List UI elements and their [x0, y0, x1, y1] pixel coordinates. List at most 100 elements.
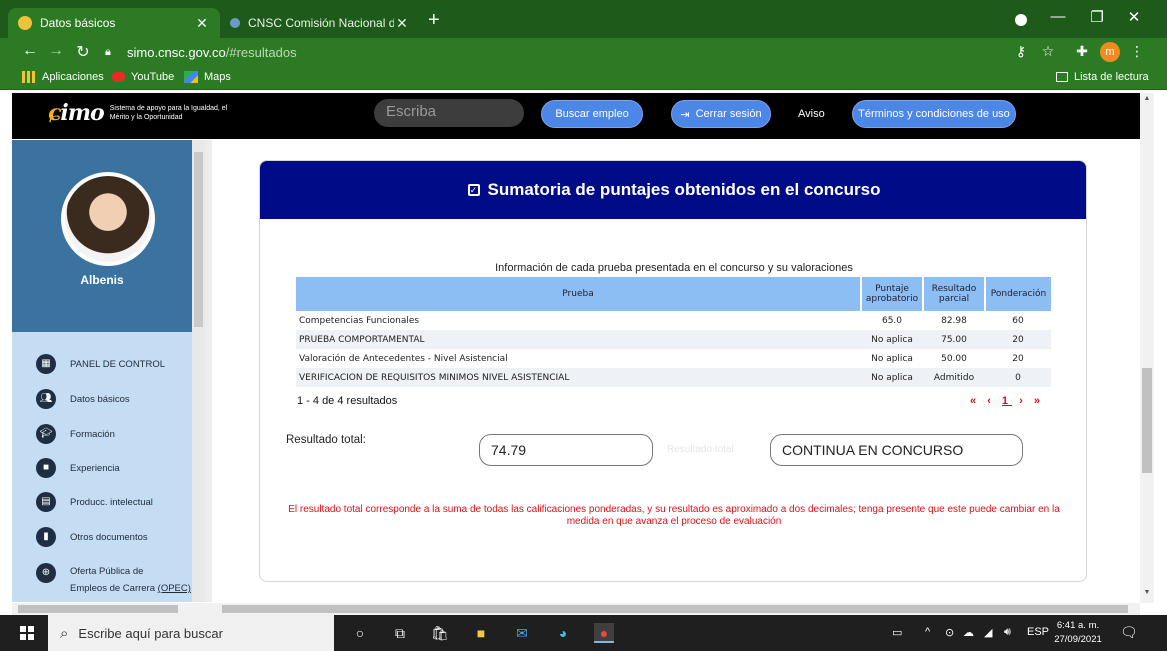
- tray-news-icon[interactable]: ▭: [892, 626, 902, 639]
- sidebar-item-produccion-intelectual[interactable]: ▤ Producc. intelectual: [36, 492, 153, 512]
- restore-button[interactable]: ❐: [1085, 8, 1109, 26]
- chrome-icon[interactable]: ●: [594, 623, 614, 643]
- content-hscroll-thumb[interactable]: [222, 605, 1128, 613]
- clock-time: 6:41 a. m.: [1056, 620, 1100, 631]
- key-icon[interactable]: ⚷: [1011, 43, 1031, 60]
- column-header: Ponderación: [985, 277, 1051, 311]
- next-page-button[interactable]: ›: [1019, 395, 1027, 407]
- page-scrollbar[interactable]: ▲ ▼: [1140, 93, 1154, 603]
- taskbar-search-placeholder: Escribe aquí para buscar: [78, 625, 223, 641]
- notice-link[interactable]: Aviso: [798, 108, 825, 120]
- search-job-button[interactable]: Buscar empleo: [541, 100, 643, 128]
- sidebar-item-label: Producc. intelectual: [70, 496, 153, 508]
- bookmark-apps[interactable]: Aplicaciones: [22, 71, 104, 83]
- pagination: « ‹ 1 › »: [970, 395, 1044, 407]
- sidebar-hscroll-thumb[interactable]: [18, 605, 178, 613]
- avatar: [61, 172, 155, 266]
- sidebar-item-experiencia[interactable]: ■ Experiencia: [36, 458, 120, 478]
- prev-page-button[interactable]: ‹: [987, 395, 995, 407]
- sidebar-item-formacion[interactable]: 🎓︎ Formación: [36, 424, 115, 444]
- task-view-icon[interactable]: ⧉: [390, 623, 410, 643]
- new-tab-button[interactable]: +: [428, 10, 440, 30]
- back-icon[interactable]: ←: [20, 42, 40, 60]
- browser-tab-strip: Datos básicos ✕ CNSC Comisión Nacional d…: [0, 0, 1167, 38]
- profile-avatar[interactable]: m: [1100, 42, 1120, 62]
- page-number-button[interactable]: 1: [1002, 395, 1012, 407]
- menu-icon[interactable]: ⋮: [1127, 43, 1147, 60]
- briefcase-icon: ■: [36, 458, 56, 478]
- windows-taskbar: ⌕ Escribe aquí para buscar ○ ⧉ 🛍︎ ■ ✉ ◕ …: [0, 615, 1167, 651]
- logo-mark: ɕimo: [48, 100, 105, 126]
- edge-icon[interactable]: ◕: [553, 623, 573, 643]
- results-title: Sumatoria de puntajes obtenidos en el co…: [487, 180, 881, 199]
- file-explorer-icon[interactable]: ■: [471, 623, 491, 643]
- sidebar-item-label: Empleos de Carrera: [70, 583, 156, 594]
- sidebar-item-otros-documentos[interactable]: ▮ Otros documentos: [36, 527, 148, 547]
- profile-indicator-icon[interactable]: [1015, 14, 1027, 26]
- store-icon[interactable]: 🛍︎: [430, 623, 450, 643]
- horizontal-scrollbar[interactable]: [12, 603, 1140, 615]
- document-icon: ▮: [36, 527, 56, 547]
- tray-language[interactable]: ESP: [1027, 626, 1049, 638]
- cell-resultado: Admitido: [923, 368, 985, 387]
- cell-puntaje: 65.0: [881, 315, 903, 326]
- cell-puntaje: No aplica: [861, 330, 923, 349]
- sidebar-item-datos-basicos[interactable]: 👥︎ Datos básicos: [36, 389, 130, 409]
- last-page-button[interactable]: »: [1034, 395, 1044, 407]
- sidebar-item-label: PANEL DE CONTROL: [70, 358, 166, 370]
- bookmark-maps[interactable]: Maps: [184, 71, 231, 83]
- reload-icon[interactable]: ↻: [73, 42, 93, 62]
- tray-network-icon[interactable]: ◢: [984, 626, 992, 639]
- notifications-icon[interactable]: 🗨︎: [1120, 624, 1138, 641]
- scrollbar-thumb[interactable]: [1142, 368, 1152, 473]
- tab-cnsc[interactable]: CNSC Comisión Nacional del Ser ✕: [222, 8, 418, 38]
- url-path: /#resultados: [225, 44, 297, 60]
- reading-list-label: Lista de lectura: [1074, 71, 1149, 83]
- apps-grid-icon: [22, 71, 36, 83]
- cell-prueba: VERIFICACION DE REQUISITOS MINIMOS NIVEL…: [296, 368, 861, 387]
- sidebar-item-panel-de-control[interactable]: ▦ PANEL DE CONTROL: [36, 354, 165, 374]
- mail-icon[interactable]: ✉: [512, 623, 532, 643]
- logout-button[interactable]: ⇥ Cerrar sesión: [671, 100, 771, 128]
- tray-cloud-icon[interactable]: ☁: [963, 626, 974, 639]
- extensions-icon[interactable]: ✚: [1072, 43, 1092, 60]
- sidebar-item-opec[interactable]: ⊕ Oferta Pública de Empleos de Carrera (…: [36, 563, 191, 597]
- terms-button[interactable]: Términos y condiciones de uso: [852, 100, 1016, 128]
- windows-start-icon[interactable]: [20, 626, 34, 640]
- taskbar-clock[interactable]: 6:41 a. m. 27/09/2021: [1052, 619, 1104, 647]
- sidebar-item-label: Otros documentos: [70, 531, 148, 543]
- sidebar-item-label-block: Oferta Pública de Empleos de Carrera (OP…: [70, 563, 191, 597]
- cortana-icon[interactable]: ○: [350, 623, 370, 643]
- header-search-input[interactable]: Escriba: [374, 99, 524, 127]
- close-tab-icon[interactable]: ✕: [194, 15, 210, 32]
- total-result-field[interactable]: 74.79: [479, 434, 653, 466]
- close-window-button[interactable]: ✕: [1122, 8, 1146, 26]
- forward-icon[interactable]: →: [46, 42, 66, 60]
- star-icon[interactable]: ☆: [1038, 43, 1058, 60]
- sidebar-scrollbar-thumb[interactable]: [194, 152, 203, 327]
- education-icon: 🎓︎: [36, 424, 56, 444]
- cell-ponderacion: 20: [1012, 353, 1024, 364]
- bookmark-youtube[interactable]: YouTube: [112, 71, 174, 83]
- reading-list-button[interactable]: Lista de lectura: [1056, 71, 1149, 83]
- tab-datos-basicos[interactable]: Datos básicos ✕: [8, 8, 220, 38]
- simo-logo[interactable]: ɕimo Sistema de apoyo para la Igualdad, …: [48, 100, 230, 126]
- scroll-down-icon[interactable]: ▼: [1140, 589, 1154, 596]
- first-page-button[interactable]: «: [970, 395, 980, 407]
- column-header: Puntaje aprobatorio: [861, 277, 924, 311]
- cell-resultado: 82.98: [941, 315, 967, 326]
- taskbar-search-box[interactable]: ⌕ Escribe aquí para buscar: [48, 615, 334, 651]
- status-field[interactable]: CONTINUA EN CONCURSO: [770, 434, 1023, 466]
- youtube-icon: [112, 72, 125, 82]
- tray-volume-icon[interactable]: 🔊︎: [1004, 626, 1011, 639]
- tab-title: Datos básicos: [40, 16, 116, 30]
- sidebar-item-label: Datos básicos: [70, 393, 130, 405]
- tray-chevron-icon[interactable]: ^: [925, 626, 930, 638]
- address-bar[interactable]: 🔒︎ simo.cnsc.gov.co /#resultados: [105, 40, 1005, 64]
- sidebar: Albenis ▦ PANEL DE CONTROL 👥︎ Datos bási…: [12, 140, 205, 602]
- sidebar-scrollbar[interactable]: [192, 140, 205, 602]
- close-tab-icon[interactable]: ✕: [394, 15, 410, 32]
- minimize-button[interactable]: —: [1046, 8, 1070, 25]
- scroll-up-icon[interactable]: ▲: [1140, 95, 1154, 102]
- tray-meet-icon[interactable]: ⊙: [945, 626, 954, 639]
